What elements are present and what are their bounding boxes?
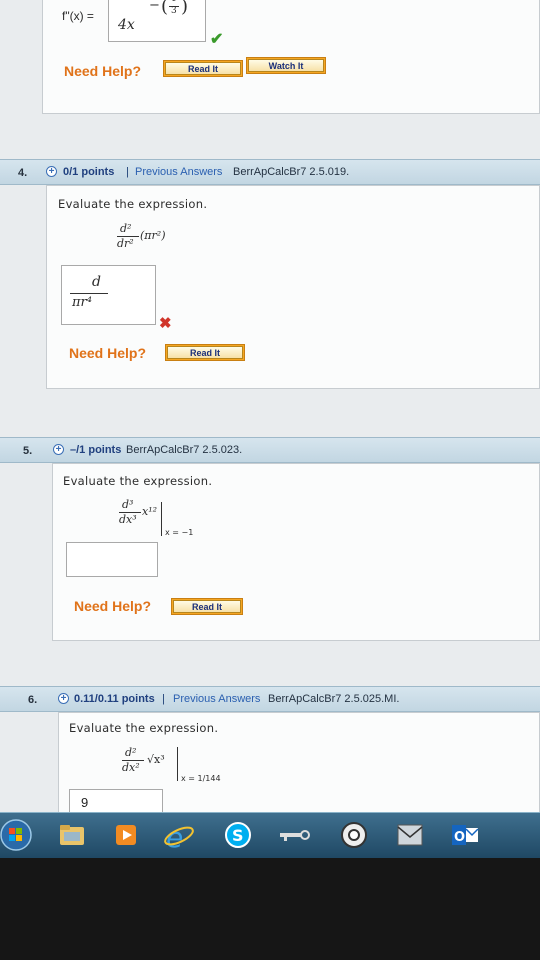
- exponent-minus: −: [149, 0, 160, 13]
- taskbar: e S O: [0, 812, 540, 858]
- separator: |: [126, 166, 129, 178]
- read-it-button[interactable]: Read It: [163, 60, 243, 77]
- question-number: 6.: [28, 694, 38, 706]
- problem-id: BerrApCalcBr7 2.5.025.MI.: [268, 693, 400, 705]
- question-number: 4.: [18, 167, 28, 179]
- answer-numerator: d: [92, 274, 101, 290]
- question-5-panel: Evaluate the expression. d³ dx³ x¹² x = …: [52, 463, 540, 641]
- answer-input[interactable]: [66, 542, 158, 577]
- network-key-icon[interactable]: [276, 819, 310, 851]
- derivative-denominator: dx³: [119, 513, 137, 526]
- question-prompt: Evaluate the expression.: [58, 197, 208, 211]
- separator: |: [162, 693, 165, 705]
- exponent-paren-left: (: [161, 0, 169, 17]
- question-4-header: 4. + 0/1 points | Previous Answers BerrA…: [0, 159, 540, 185]
- media-player-icon[interactable]: [110, 819, 142, 851]
- svg-text:S: S: [232, 826, 244, 845]
- answer-fraction-bar: [70, 293, 108, 294]
- answer-value: 9: [81, 795, 89, 810]
- question-6-header: 6. + 0.11/0.11 points | Previous Answers…: [0, 686, 540, 712]
- answer-label: f"(x) =: [62, 9, 94, 23]
- expand-icon[interactable]: +: [46, 166, 57, 177]
- question-prompt: Evaluate the expression.: [63, 474, 213, 488]
- points-score: –/1 points: [70, 444, 122, 456]
- derivative-body: x¹²: [142, 505, 158, 518]
- exponent-numerator: 1: [171, 0, 177, 4]
- previous-answers-link[interactable]: Previous Answers: [173, 693, 260, 705]
- derivative-body: (πr²): [140, 229, 166, 242]
- file-explorer-icon[interactable]: [56, 819, 88, 851]
- derivative-denominator: dx²: [122, 761, 140, 774]
- chrome-icon[interactable]: [338, 819, 370, 851]
- question-3-panel: f"(x) = 4x − ( 1 3 ) ✔ Need Help? Read I…: [42, 0, 540, 114]
- read-it-button[interactable]: Read It: [171, 598, 243, 615]
- need-help-label: Need Help?: [74, 598, 152, 614]
- exponent-denominator: 3: [171, 6, 177, 16]
- exponent-paren-right: ): [181, 0, 189, 17]
- mail-icon[interactable]: [394, 819, 426, 851]
- internet-explorer-icon[interactable]: e: [162, 819, 194, 854]
- read-it-button[interactable]: Read It: [165, 344, 245, 361]
- derivative-denominator: dr²: [117, 237, 134, 250]
- evaluation-point: x = −1: [165, 528, 194, 537]
- points-score: 0/1 points: [63, 166, 115, 178]
- derivative-numerator: d²: [120, 222, 132, 235]
- problem-id: BerrApCalcBr7 2.5.023.: [126, 444, 243, 456]
- need-help-label: Need Help?: [69, 345, 147, 361]
- browser-page: f"(x) = 4x − ( 1 3 ) ✔ Need Help? Read I…: [0, 0, 540, 820]
- expand-icon[interactable]: +: [53, 444, 64, 455]
- watch-it-button[interactable]: Watch It: [246, 57, 326, 74]
- problem-id: BerrApCalcBr7 2.5.019.: [233, 166, 350, 178]
- question-6-panel: Evaluate the expression. d² dx² √x³ x = …: [58, 712, 540, 820]
- evaluation-bar: [161, 502, 162, 536]
- start-orb-icon[interactable]: [0, 817, 36, 853]
- question-4-panel: Evaluate the expression. d² dr² (πr²) d …: [46, 185, 540, 389]
- skype-icon[interactable]: S: [222, 819, 254, 851]
- expand-icon[interactable]: +: [58, 693, 69, 704]
- question-5-header: 5. + –/1 points BerrApCalcBr7 2.5.023.: [0, 437, 540, 463]
- answer-denominator: πr⁴: [72, 295, 92, 310]
- need-help-label: Need Help?: [64, 63, 142, 79]
- derivative-body: √x³: [147, 753, 165, 766]
- derivative-numerator: d²: [125, 746, 137, 759]
- points-score: 0.11/0.11 points: [74, 693, 155, 705]
- outlook-icon[interactable]: O: [448, 819, 480, 851]
- derivative-numerator: d³: [122, 498, 134, 511]
- question-number: 5.: [23, 445, 33, 457]
- evaluation-bar: [177, 747, 178, 781]
- question-prompt: Evaluate the expression.: [69, 721, 219, 735]
- answer-value: 4x: [118, 17, 135, 33]
- answer-input[interactable]: 4x − ( 1 3 ): [108, 0, 206, 42]
- incorrect-x-icon: ✖: [159, 315, 172, 332]
- correct-check-icon: ✔: [210, 31, 224, 48]
- svg-text:O: O: [454, 830, 465, 845]
- evaluation-point: x = 1/144: [181, 774, 221, 783]
- answer-input[interactable]: d πr⁴: [61, 265, 156, 325]
- previous-answers-link[interactable]: Previous Answers: [135, 166, 222, 178]
